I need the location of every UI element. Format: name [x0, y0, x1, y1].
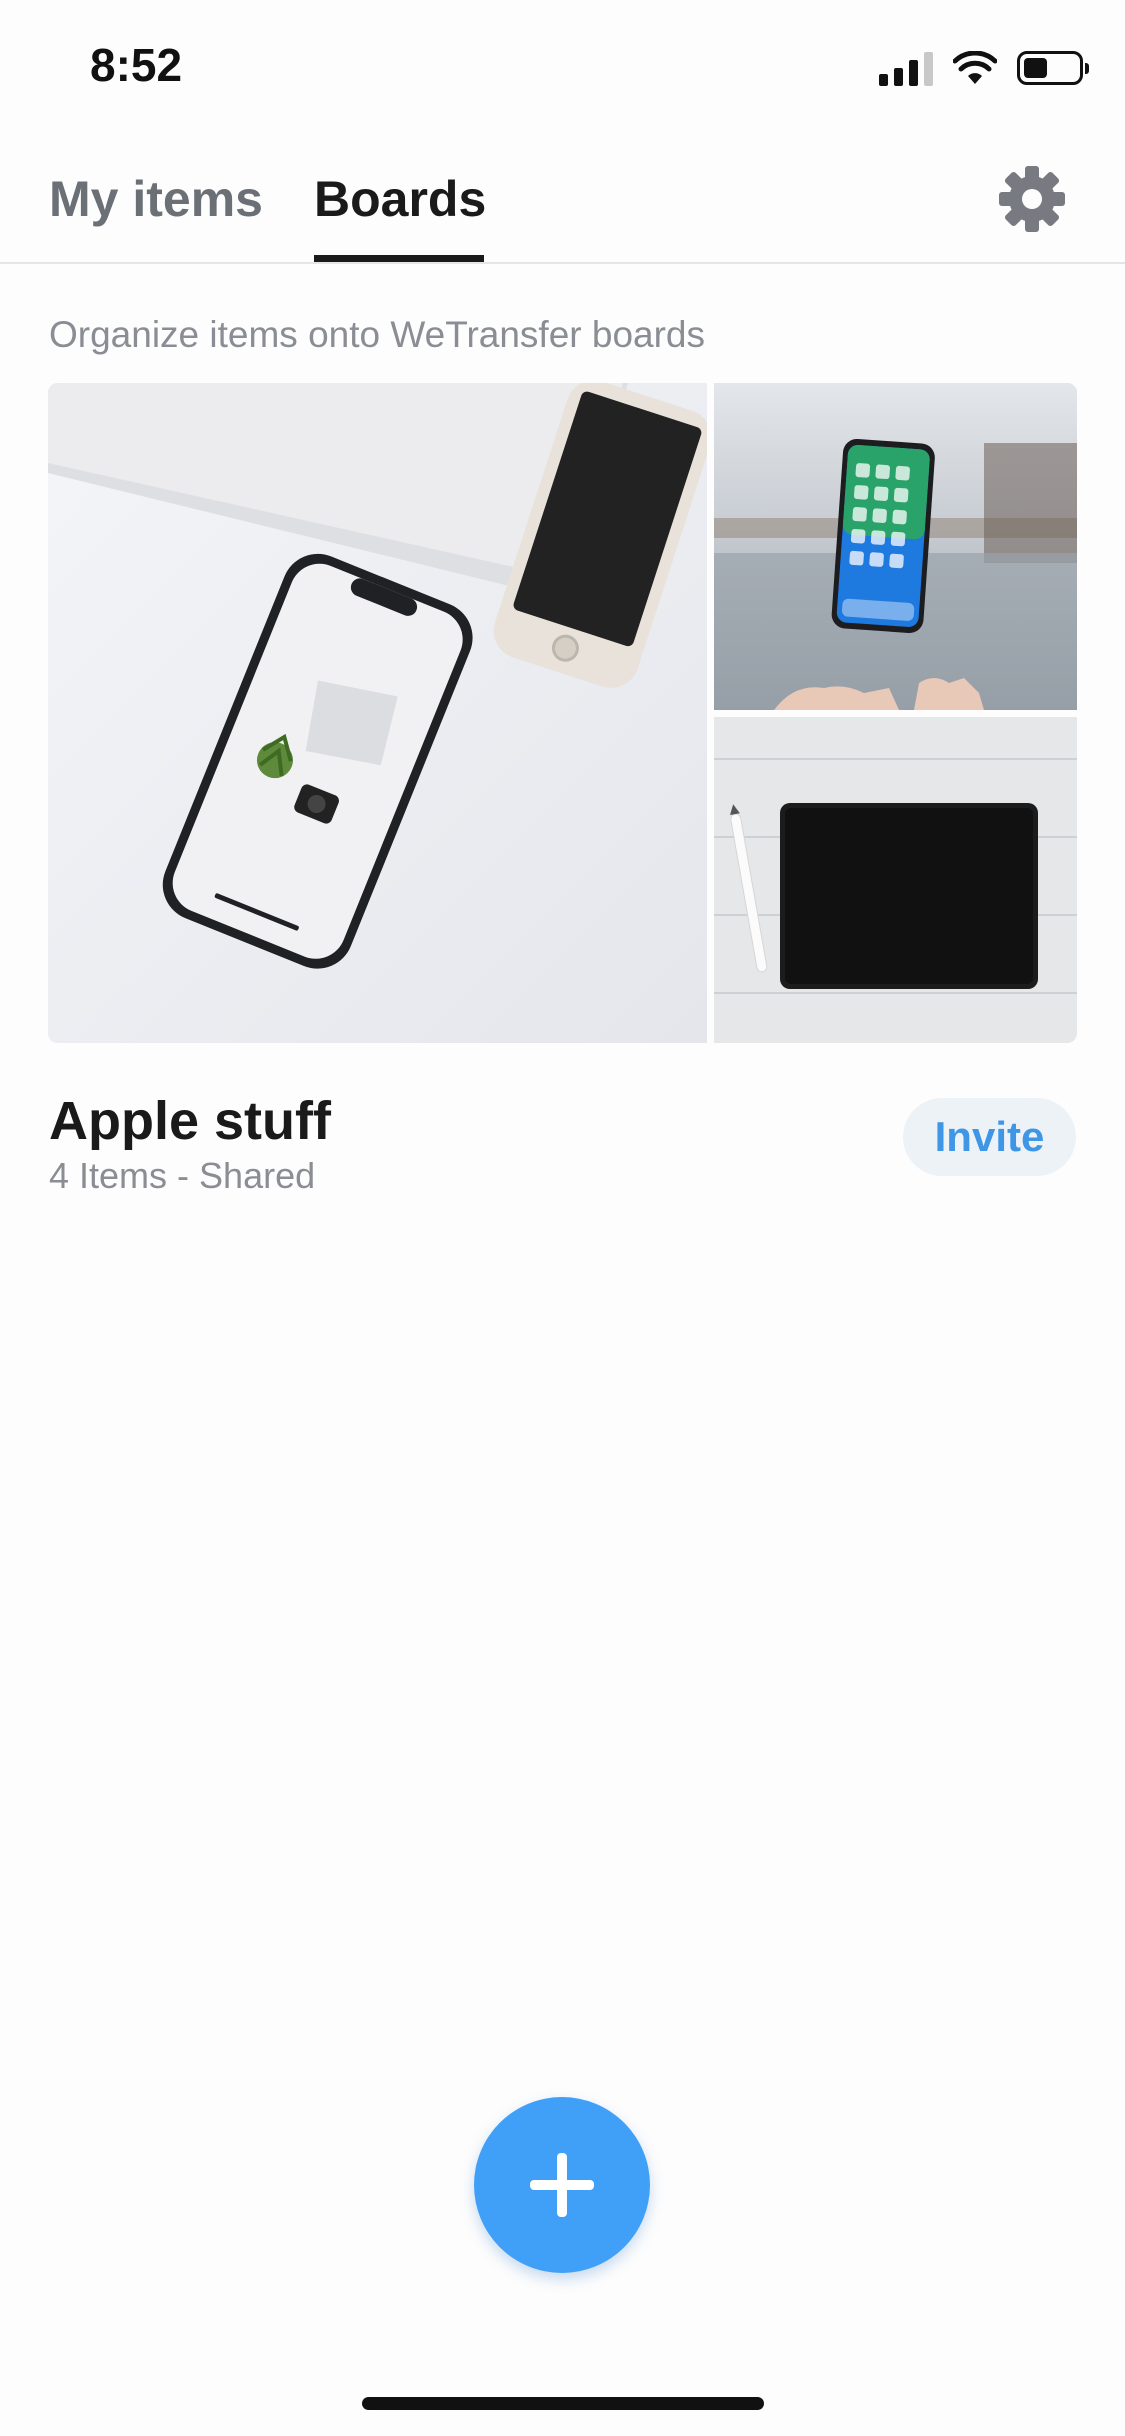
battery-level [1024, 58, 1047, 78]
iphone-on-desk-image [48, 383, 707, 1043]
tab-boards[interactable]: Boards [314, 170, 486, 228]
board-card-collage[interactable] [48, 383, 1077, 1043]
board-title[interactable]: Apple stuff [49, 1090, 331, 1152]
status-icons [879, 46, 1089, 90]
active-tab-indicator [314, 255, 484, 262]
board-meta: 4 Items - Shared [49, 1155, 316, 1196]
invite-button[interactable]: Invite [903, 1098, 1076, 1176]
status-time: 8:52 [90, 39, 183, 91]
tab-my-items[interactable]: My items [49, 170, 263, 228]
battery-icon [1017, 51, 1089, 85]
gear-icon[interactable] [997, 164, 1067, 234]
home-indicator[interactable] [362, 2397, 764, 2410]
floating-iphone-image [714, 383, 1077, 710]
wifi-icon [953, 51, 997, 84]
tab-bar: My items Boards [0, 130, 1125, 264]
status-bar: 8:52 [0, 0, 1125, 130]
ipad-with-pencil-image [714, 717, 1077, 1043]
boards-subtitle: Organize items onto WeTransfer boards [49, 314, 706, 355]
cellular-signal-icon [879, 50, 933, 86]
add-board-button[interactable] [474, 2097, 650, 2273]
